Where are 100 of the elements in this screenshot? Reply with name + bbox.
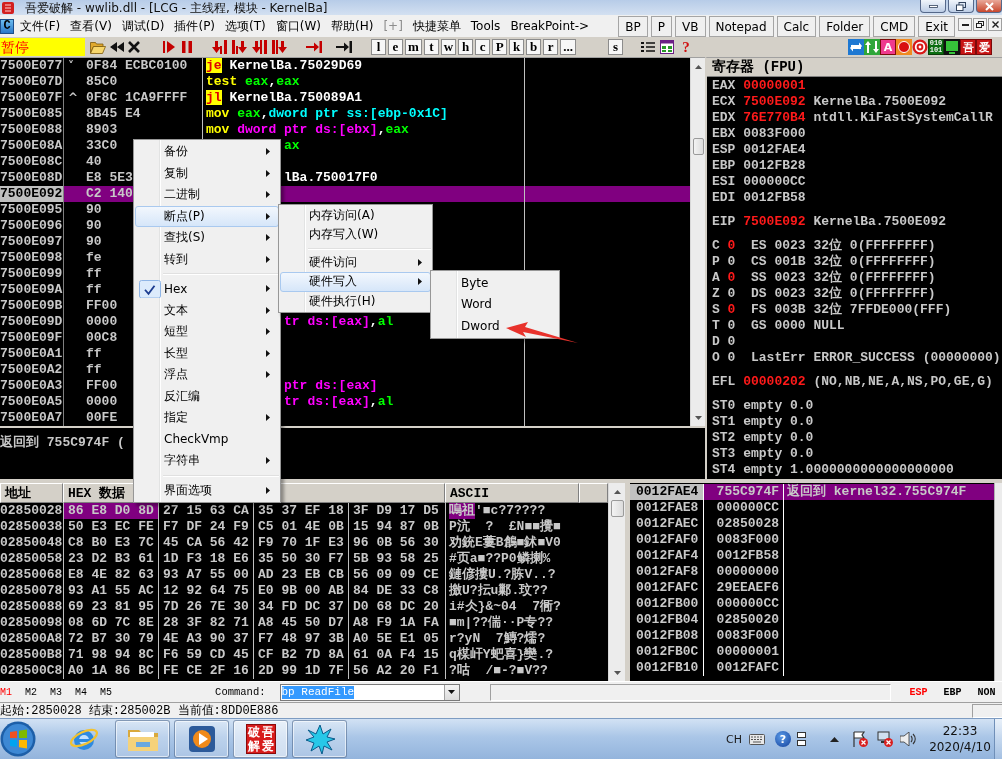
step-arrow-icon[interactable] xyxy=(272,40,288,54)
window-menu-button[interactable]: C xyxy=(0,18,14,34)
vertical-scrollbar[interactable] xyxy=(994,483,1002,681)
menu-item[interactable]: 快捷菜单 xyxy=(407,17,466,35)
bookmark-button[interactable]: M5 xyxy=(100,686,113,698)
network-icon[interactable] xyxy=(877,731,893,747)
quick-launch-button[interactable]: Calc xyxy=(776,16,817,37)
menu-item[interactable]: 长型 xyxy=(135,342,279,364)
grid-window-icon[interactable] xyxy=(660,40,674,54)
toolbar-button[interactable]: m xyxy=(405,39,422,55)
menu-item[interactable]: 调试(D) xyxy=(116,17,170,35)
scroll-thumb[interactable] xyxy=(610,500,624,517)
restore-button[interactable] xyxy=(948,0,974,13)
register-button[interactable]: NON xyxy=(977,686,996,698)
toolbar-button[interactable]: P xyxy=(492,39,508,55)
monitor-icon[interactable] xyxy=(944,39,960,55)
play-icon[interactable] xyxy=(163,41,175,53)
toolbar-button[interactable]: 爱 xyxy=(976,39,992,55)
toolbar-button[interactable]: 吾 xyxy=(960,39,976,55)
menu-item[interactable]: 指定 xyxy=(135,407,279,429)
x-mark-icon[interactable] xyxy=(128,41,140,53)
up-triangle-icon[interactable] xyxy=(830,736,839,742)
taskbar-button[interactable] xyxy=(292,720,347,758)
step-arrow-icon[interactable] xyxy=(232,40,248,54)
menu-item[interactable]: 硬件访问 xyxy=(280,252,431,272)
close-button[interactable] xyxy=(988,18,1002,31)
menu-item[interactable]: 浮点 xyxy=(135,364,279,386)
step-arrow-icon[interactable] xyxy=(252,40,268,54)
bookmark-button[interactable]: M3 xyxy=(50,686,63,698)
toolbar-button[interactable]: w xyxy=(440,39,457,55)
play-tile-icon[interactable] xyxy=(187,725,216,753)
menu-item[interactable]: 界面选项 xyxy=(135,479,279,501)
menu-item[interactable]: 帮助(H) xyxy=(326,17,379,35)
menu-item[interactable]: 字符串 xyxy=(135,450,279,472)
menu-item[interactable]: 内存访问(A) xyxy=(280,205,431,225)
quick-launch-button[interactable]: P xyxy=(650,16,673,37)
bookmark-button[interactable]: M2 xyxy=(25,686,38,698)
toolbar-button[interactable]: t xyxy=(423,39,439,55)
menu-item[interactable]: 硬件写入 xyxy=(280,272,431,292)
open-folder-icon[interactable] xyxy=(90,40,106,54)
splash-icon[interactable] xyxy=(304,724,335,754)
menu-item[interactable]: 备份 xyxy=(135,141,279,163)
pause-icon[interactable] xyxy=(181,41,193,53)
taskbar-button[interactable] xyxy=(174,720,229,758)
restore-button[interactable] xyxy=(973,18,987,31)
dropdown-button[interactable] xyxy=(443,684,459,700)
toolbar-button[interactable]: k xyxy=(509,39,525,55)
toolbar-button[interactable]: c xyxy=(475,39,491,55)
vertical-scrollbar[interactable] xyxy=(608,483,625,681)
menu-item[interactable]: 反汇编 xyxy=(135,385,279,407)
menu-item[interactable]: 断点(P) xyxy=(135,205,279,227)
arrow-to-bar-icon[interactable] xyxy=(336,41,352,53)
menu-item[interactable]: BreakPoint-> xyxy=(505,17,595,35)
record-icon[interactable] xyxy=(896,39,912,55)
scroll-up-icon[interactable] xyxy=(694,64,702,69)
menu-item[interactable]: 转到 xyxy=(135,248,279,270)
taskbar-button[interactable] xyxy=(115,720,170,758)
toolbar-button[interactable]: s xyxy=(608,39,623,55)
quick-launch-button[interactable]: BP xyxy=(618,16,648,37)
help-button[interactable]: ? xyxy=(679,39,693,55)
menu-item[interactable]: 查找(S) xyxy=(135,227,279,249)
menu-item[interactable]: Tools xyxy=(465,17,506,35)
vertical-scrollbar[interactable] xyxy=(690,58,705,426)
toolbar-button[interactable]: e xyxy=(388,39,403,55)
show-desktop-button[interactable] xyxy=(994,719,1002,759)
scroll-thumb[interactable] xyxy=(692,138,704,155)
bookmark-button[interactable]: M1 xyxy=(0,686,12,698)
scroll-down-icon[interactable] xyxy=(613,670,621,675)
menu-item[interactable]: 选项(T) xyxy=(220,17,271,35)
toolbar-button[interactable]: A xyxy=(880,39,896,55)
keyboard-icon[interactable] xyxy=(749,733,765,745)
menu-item[interactable]: 内存写入(W) xyxy=(280,225,431,245)
toolbar-button[interactable]: ... xyxy=(560,39,576,55)
quick-launch-button[interactable]: CMD xyxy=(873,16,916,37)
taskbar-button[interactable]: 破 吾 解 爱 xyxy=(233,720,288,758)
quick-launch-button[interactable]: Notepad xyxy=(708,16,774,37)
flag-icon[interactable] xyxy=(852,731,868,747)
scroll-up-icon[interactable] xyxy=(613,489,621,494)
menu-item[interactable]: 复制 xyxy=(135,162,279,184)
menu-item[interactable]: 查看(V) xyxy=(65,17,117,35)
menu-item[interactable]: Byte xyxy=(432,272,558,294)
target-icon[interactable] xyxy=(912,39,928,55)
scroll-down-icon[interactable] xyxy=(694,415,702,420)
up-down-arrows-icon[interactable] xyxy=(864,39,880,55)
menu-item[interactable]: 文本 xyxy=(135,299,279,321)
menu-item[interactable]: 硬件执行(H) xyxy=(280,291,431,311)
menu-item[interactable]: CheckVmp xyxy=(135,428,279,450)
list-icon[interactable] xyxy=(641,41,655,53)
menu-item[interactable]: Dword xyxy=(432,315,558,337)
quick-launch-button[interactable]: Folder xyxy=(819,16,871,37)
toolbar-button[interactable]: b xyxy=(526,39,542,55)
quick-launch-button[interactable]: Exit xyxy=(918,16,955,37)
speaker-icon[interactable] xyxy=(900,732,916,746)
quick-launch-button[interactable]: VB xyxy=(675,16,706,37)
rewind-icon[interactable] xyxy=(110,42,124,52)
toolbar-button[interactable]: r xyxy=(543,39,559,55)
windows-stack-icon[interactable] xyxy=(797,732,806,746)
bookmark-button[interactable]: M4 xyxy=(75,686,88,698)
minimize-button[interactable] xyxy=(958,18,972,31)
menu-item[interactable]: Hex xyxy=(135,278,279,300)
